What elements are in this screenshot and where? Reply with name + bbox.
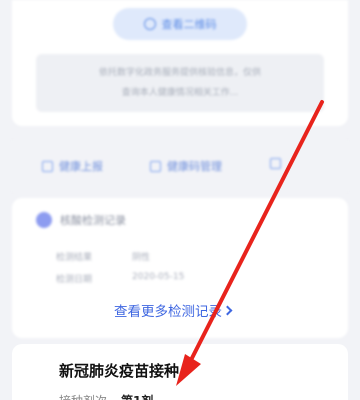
arrow-head bbox=[176, 354, 201, 386]
phone-screen: 查看二维码 依托数字化政务服务提供核验信息，仅供 查询本人健康情况相关工作...… bbox=[0, 0, 360, 400]
annotation-arrow bbox=[176, 100, 324, 386]
arrow-shaft bbox=[188, 100, 324, 364]
